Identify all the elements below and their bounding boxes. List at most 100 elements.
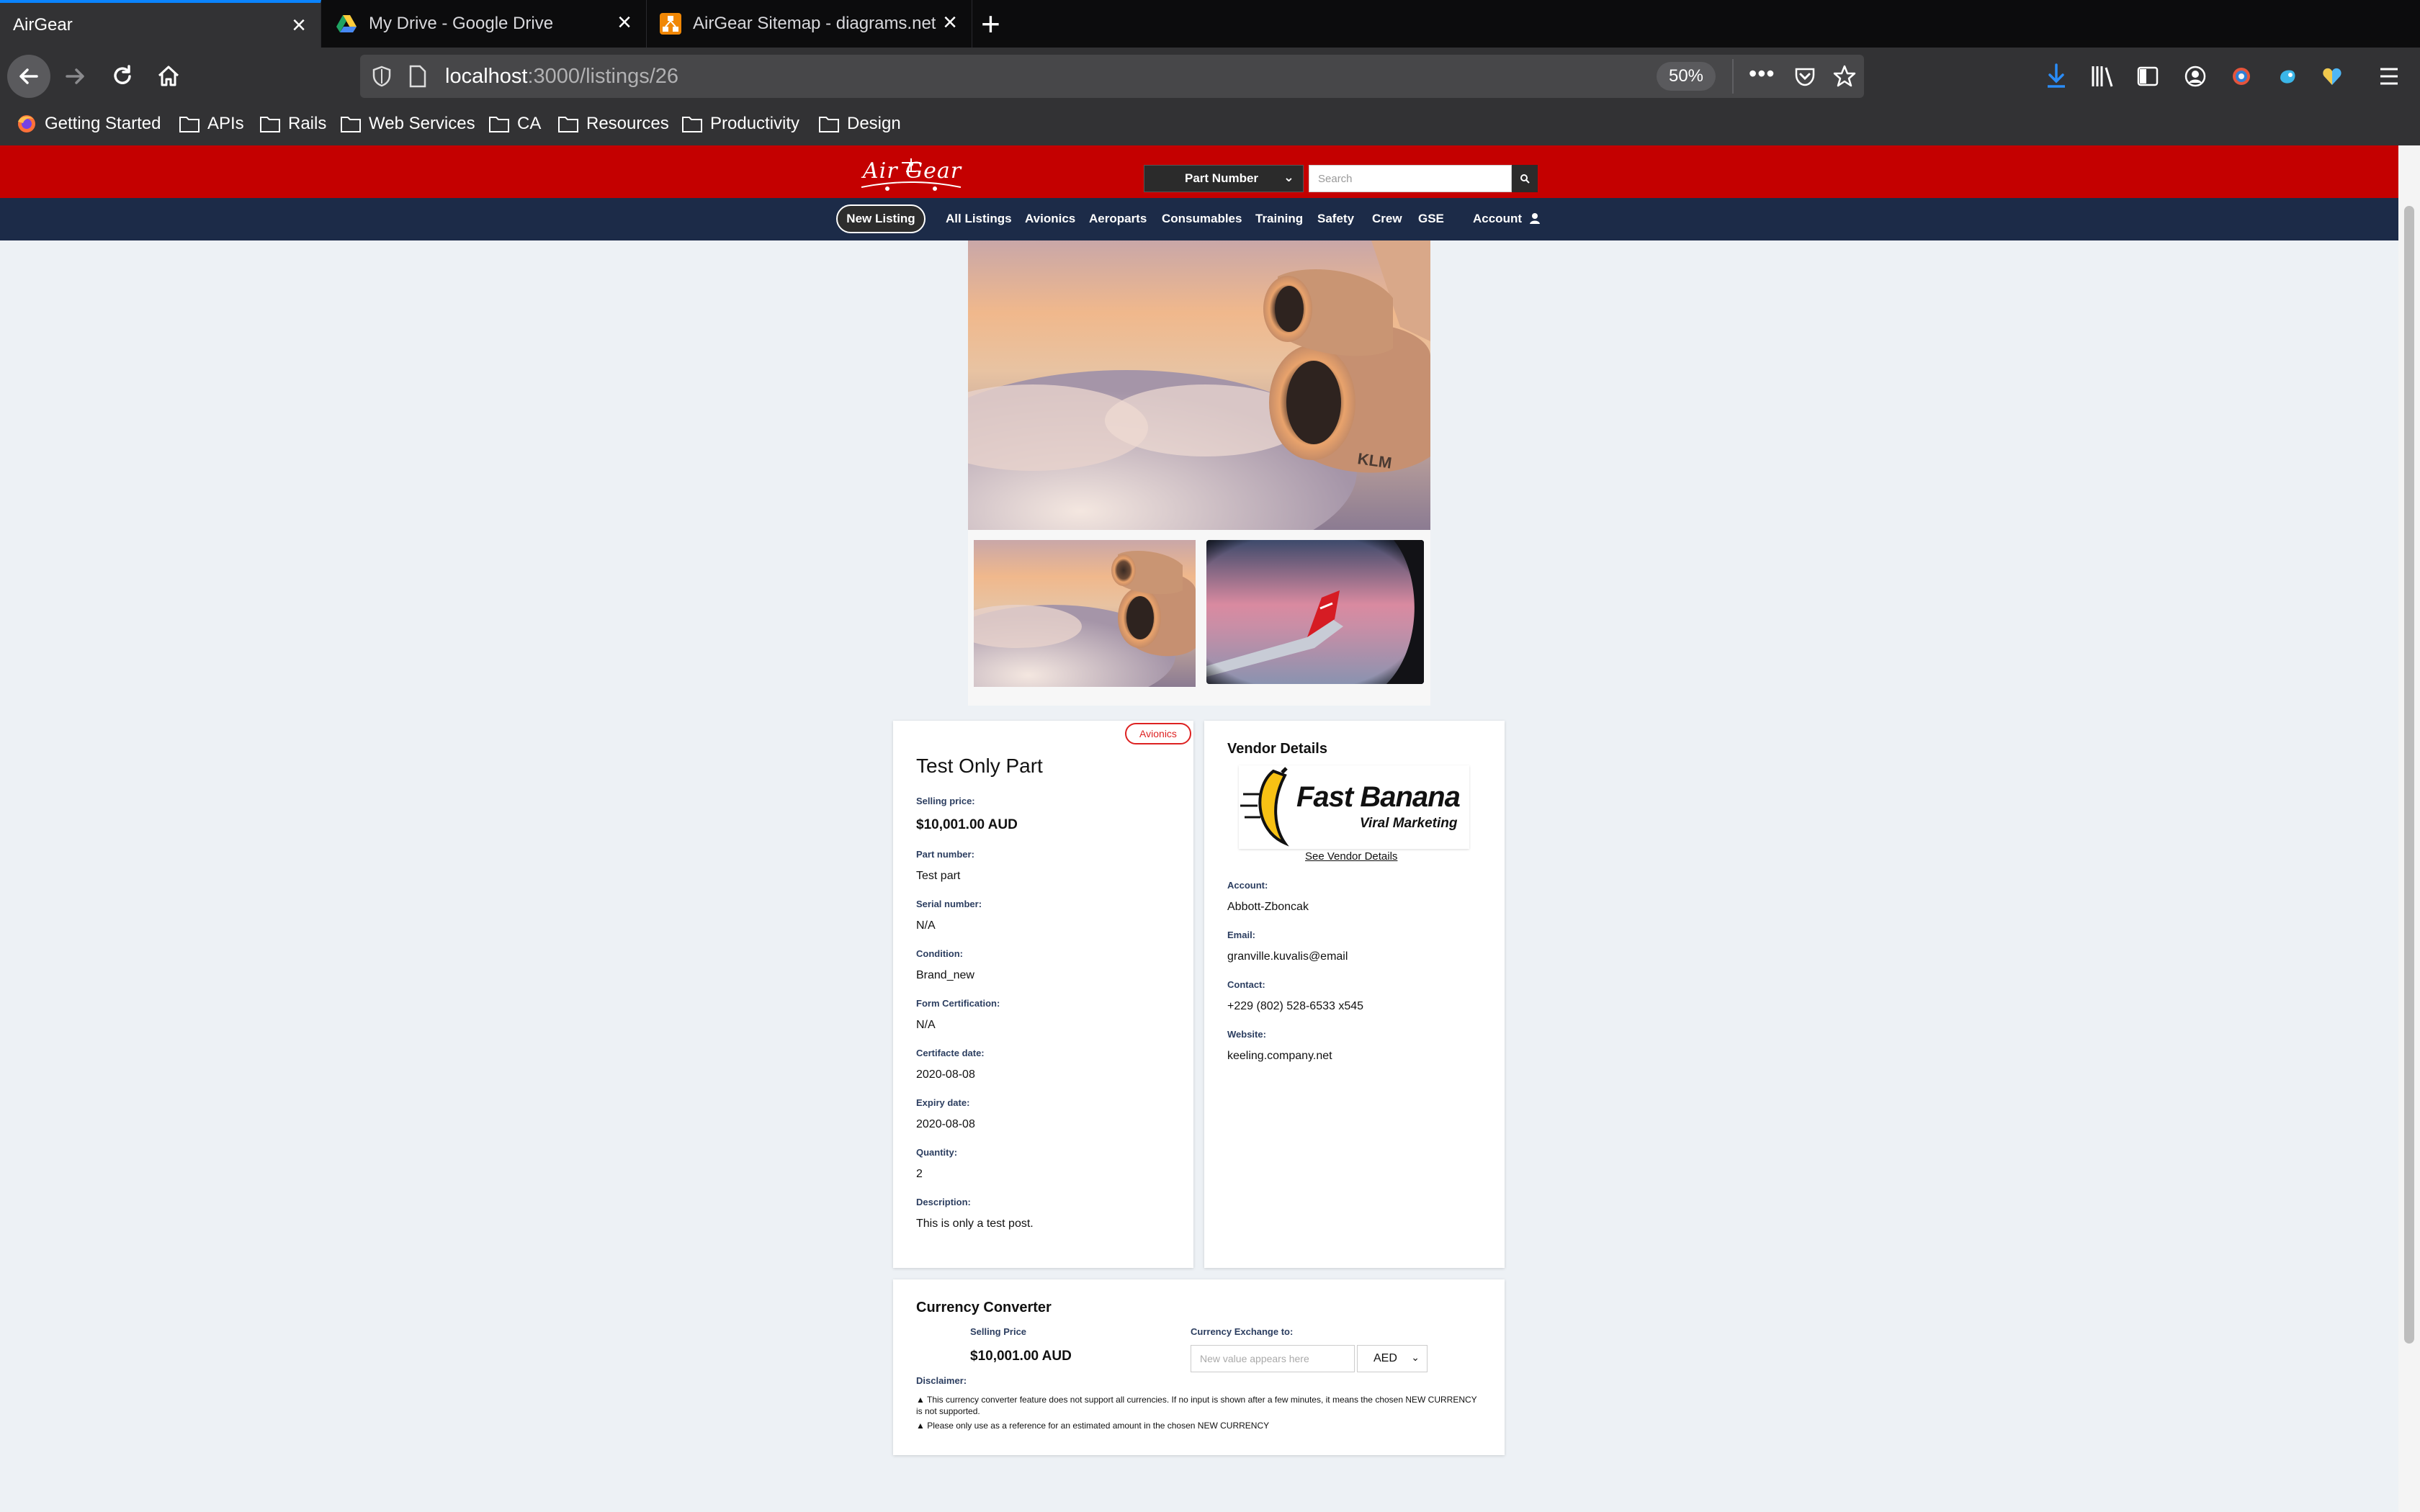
sidebar-icon[interactable]	[2136, 65, 2159, 88]
account-icon[interactable]	[2184, 65, 2207, 88]
heart-icon[interactable]	[2321, 65, 2344, 88]
converted-value-input[interactable]: New value appears here	[1191, 1345, 1355, 1372]
new-tab-button[interactable]: +	[981, 4, 1000, 43]
folder-icon	[489, 117, 509, 132]
category-badge[interactable]: Avionics	[1125, 723, 1191, 744]
bookmark-productivity[interactable]: Productivity	[681, 114, 799, 134]
logo-text: Air Gear	[863, 158, 962, 184]
disclaimer-text: Please only use as a reference for an es…	[927, 1421, 1270, 1431]
nav-crew[interactable]: Crew	[1372, 212, 1402, 226]
browser-tab-bar: AirGear × My Drive - Google Drive × AirG…	[0, 0, 2420, 48]
url-text[interactable]: localhost:3000/listings/26	[445, 65, 678, 89]
currency-heading: Currency Converter	[916, 1300, 1052, 1315]
condition-value: Brand_new	[916, 969, 974, 981]
currency-select[interactable]: AED ⌄	[1357, 1345, 1428, 1372]
extension-multicolor-icon[interactable]	[2230, 65, 2253, 88]
reload-button[interactable]	[101, 55, 144, 98]
field-label: Description:	[916, 1197, 971, 1207]
nav-training[interactable]: Training	[1255, 212, 1303, 226]
vendor-contact-value: +229 (802) 528-6533 x545	[1227, 1000, 1364, 1012]
download-icon[interactable]	[2045, 63, 2067, 89]
new-listing-button[interactable]: New Listing	[836, 204, 926, 233]
tab-diagrams[interactable]: AirGear Sitemap - diagrams.net ×	[647, 0, 972, 48]
nav-consumables[interactable]: Consumables	[1162, 212, 1242, 226]
menu-icon[interactable]	[2378, 66, 2400, 86]
home-button[interactable]	[147, 55, 190, 98]
divider	[1732, 59, 1734, 94]
search-type-select[interactable]: Part Number ⌄	[1144, 165, 1304, 192]
nav-account[interactable]: Account	[1473, 212, 1540, 226]
currency-selling-value: $10,001.00 AUD	[970, 1349, 1072, 1364]
main-listing-photo[interactable]: KLM	[968, 240, 1430, 530]
vendor-email-value[interactable]: granville.kuvalis@email	[1227, 950, 1348, 963]
expiry-date-value: 2020-08-08	[916, 1118, 975, 1130]
nav-avionics[interactable]: Avionics	[1025, 212, 1075, 226]
close-icon[interactable]: ×	[943, 10, 957, 35]
back-button[interactable]	[7, 55, 50, 98]
pocket-icon[interactable]	[1793, 65, 1816, 88]
bookmark-getting-started[interactable]: Getting Started	[16, 114, 161, 134]
disclaimer-line-2: ▲ Please only use as a reference for an …	[916, 1420, 1478, 1431]
zoom-level[interactable]: 50%	[1657, 62, 1716, 91]
thumbnail-engine-photo[interactable]	[974, 540, 1196, 687]
disclaimer-label: Disclaimer:	[916, 1375, 967, 1386]
bookmark-resources[interactable]: Resources	[557, 114, 669, 134]
vendor-website-value[interactable]: keeling.company.net	[1227, 1050, 1332, 1063]
bookmark-web-services[interactable]: Web Services	[340, 114, 475, 134]
selling-price-label: Selling Price	[970, 1326, 1027, 1337]
close-icon[interactable]: ×	[292, 13, 306, 37]
home-icon	[158, 66, 179, 86]
field-label: Selling price:	[916, 796, 975, 806]
search-input[interactable]: Search	[1309, 165, 1512, 192]
folder-icon	[682, 117, 702, 132]
bookmark-label: APIs	[207, 114, 244, 133]
bookmarks-bar: Getting Started APIs Rails Web Services …	[0, 105, 2420, 145]
bookmark-label: Getting Started	[45, 114, 161, 133]
forward-button[interactable]	[53, 55, 97, 98]
scrollbar-thumb[interactable]	[2404, 206, 2414, 1344]
user-icon	[1529, 213, 1540, 224]
vendor-logo[interactable]: Fast Banana Viral Marketing	[1239, 765, 1469, 849]
tab-google-drive[interactable]: My Drive - Google Drive ×	[323, 0, 647, 48]
folder-icon	[558, 117, 578, 132]
bookmark-design[interactable]: Design	[818, 114, 901, 134]
see-vendor-details-link[interactable]: See Vendor Details	[1305, 850, 1397, 863]
vendor-heading: Vendor Details	[1227, 741, 1327, 757]
thumbnail-wing-photo[interactable]	[1206, 540, 1424, 684]
tab-airgear[interactable]: AirGear ×	[0, 0, 321, 48]
warning-icon: ▲	[916, 1395, 925, 1405]
field-label: Email:	[1227, 930, 1256, 940]
tab-title: My Drive - Google Drive	[369, 14, 554, 33]
close-icon[interactable]: ×	[617, 10, 632, 35]
shield-icon[interactable]	[370, 65, 393, 88]
more-icon[interactable]: •••	[1749, 60, 1775, 87]
diagrams-icon	[660, 13, 681, 35]
field-label: Form Certification:	[916, 998, 1000, 1009]
nav-gse[interactable]: GSE	[1418, 212, 1444, 226]
chevron-down-icon: ⌄	[1283, 170, 1294, 184]
bookmark-label: CA	[517, 114, 542, 133]
field-label: Part number:	[916, 849, 974, 860]
reload-icon	[114, 65, 131, 84]
library-icon[interactable]	[2090, 65, 2115, 88]
field-label: Contact:	[1227, 979, 1265, 990]
bookmark-rails[interactable]: Rails	[259, 114, 326, 134]
field-label: Condition:	[916, 948, 963, 959]
bookmark-label: Design	[847, 114, 901, 133]
converted-value-placeholder: New value appears here	[1200, 1353, 1309, 1364]
star-icon[interactable]	[1832, 64, 1857, 89]
bookmark-apis[interactable]: APIs	[179, 114, 244, 134]
url-bar[interactable]: localhost:3000/listings/26 50% •••	[360, 55, 1864, 98]
vendor-account-value: Abbott-Zboncak	[1227, 901, 1309, 913]
bookmark-ca[interactable]: CA	[488, 114, 541, 134]
nav-safety[interactable]: Safety	[1317, 212, 1354, 226]
disclaimer-text: This currency converter feature does not…	[916, 1395, 1477, 1416]
serial-number-value: N/A	[916, 919, 936, 932]
extension-blue-icon[interactable]	[2276, 65, 2299, 88]
nav-all-listings[interactable]: All Listings	[946, 212, 1012, 226]
nav-aeroparts[interactable]: Aeroparts	[1089, 212, 1147, 226]
field-label: Certifacte date:	[916, 1048, 985, 1058]
search-button[interactable]	[1512, 165, 1538, 192]
certificate-date-value: 2020-08-08	[916, 1068, 975, 1081]
quantity-value: 2	[916, 1168, 923, 1180]
